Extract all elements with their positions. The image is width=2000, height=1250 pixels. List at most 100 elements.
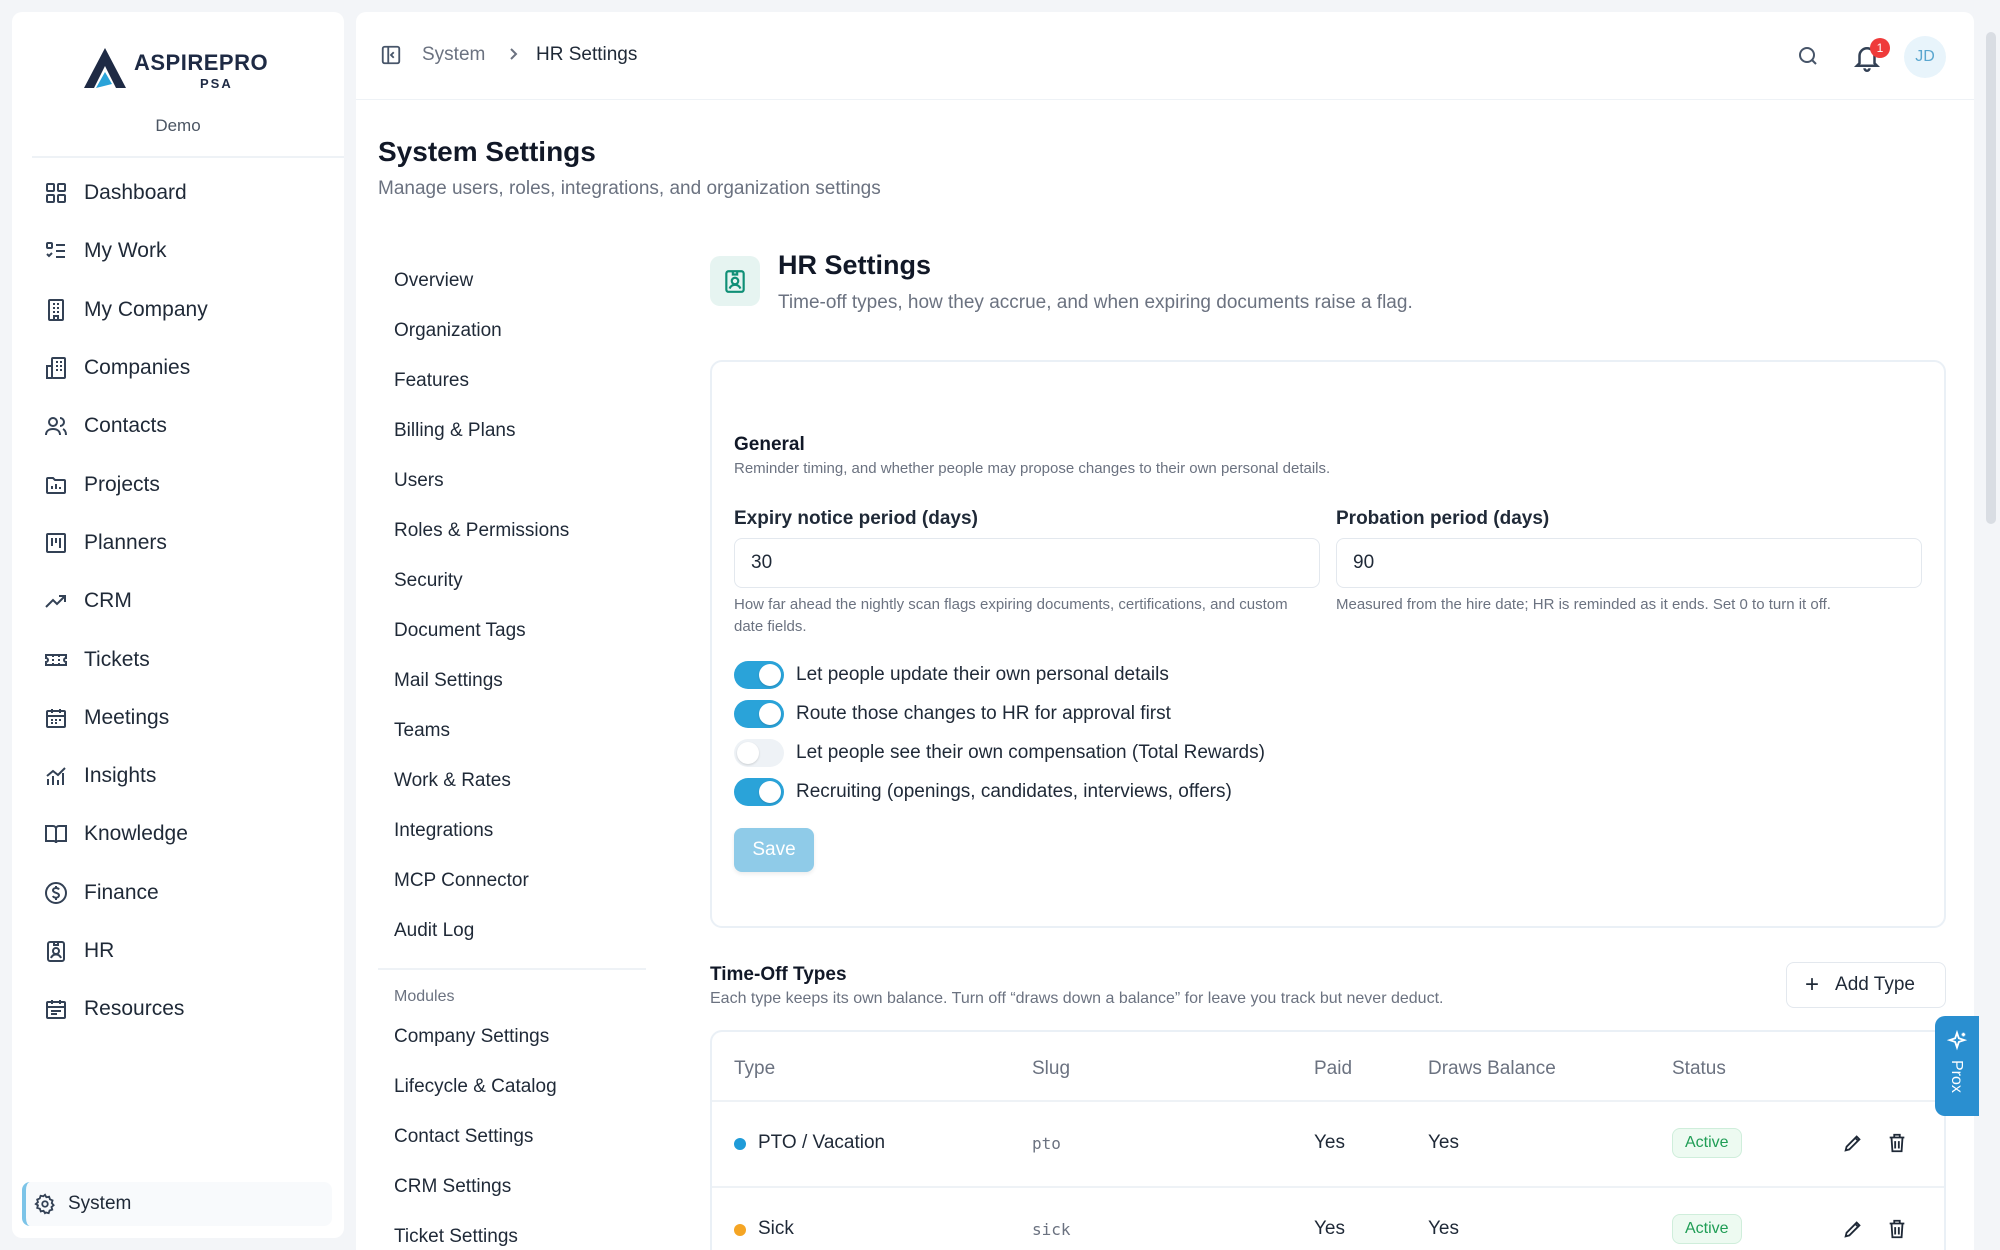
settings-nav-roles[interactable]: Roles & Permissions <box>394 520 569 542</box>
sidebar-item-label: Knowledge <box>84 822 188 846</box>
table-row[interactable]: PTO / Vacation pto Yes Yes Active <box>712 1102 1944 1186</box>
settings-nav-users[interactable]: Users <box>394 470 444 492</box>
compensation-toggle[interactable] <box>734 739 784 767</box>
self-update-toggle[interactable] <box>734 661 784 689</box>
sidebar-item-dashboard[interactable]: Dashboard <box>32 164 332 222</box>
sidebar-item-planners[interactable]: Planners <box>32 514 332 572</box>
settings-nav-mcp-connector[interactable]: MCP Connector <box>394 870 529 892</box>
type-paid: Yes <box>1314 1132 1345 1153</box>
trash-icon[interactable] <box>1886 1132 1908 1154</box>
column-header-type[interactable]: Type <box>734 1058 775 1080</box>
sidebar-item-resources[interactable]: Resources <box>32 980 332 1038</box>
book-icon <box>44 822 68 846</box>
sidebar-item-label: Resources <box>84 997 185 1021</box>
hr-settings-subtitle: Time-off types, how they accrue, and whe… <box>778 292 1413 313</box>
sidebar-item-tickets[interactable]: Tickets <box>32 630 332 688</box>
settings-nav-teams[interactable]: Teams <box>394 720 450 742</box>
type-draws-balance: Yes <box>1428 1218 1459 1239</box>
settings-nav-lifecycle-catalog[interactable]: Lifecycle & Catalog <box>394 1076 557 1098</box>
sidebar-item-label: HR <box>84 939 115 962</box>
recruiting-toggle[interactable] <box>734 778 784 806</box>
settings-nav-features[interactable]: Features <box>394 370 469 392</box>
prox-assistant-tab[interactable]: Prox <box>1935 1016 1979 1116</box>
settings-nav-overview[interactable]: Overview <box>394 270 473 292</box>
save-button[interactable]: Save <box>734 828 814 872</box>
sidebar-item-my-work[interactable]: My Work <box>32 222 332 280</box>
sidebar-item-label: Planners <box>84 530 167 554</box>
calendar-icon <box>44 706 68 730</box>
trash-icon[interactable] <box>1886 1218 1908 1240</box>
sidebar-item-projects[interactable]: Projects <box>32 455 332 513</box>
time-off-subtitle: Each type keeps its own balance. Turn of… <box>710 990 1444 1007</box>
pencil-icon[interactable] <box>1842 1218 1864 1240</box>
avatar[interactable]: JD <box>1904 36 1946 78</box>
notifications-button[interactable]: 1 <box>1852 38 1890 72</box>
gear-icon <box>34 1193 56 1215</box>
main-panel: System HR Settings 1 JD System Settings … <box>356 12 1996 1250</box>
toggle-row-hr-approval[interactable]: Route those changes to HR for approval f… <box>734 699 1171 729</box>
settings-nav-organization[interactable]: Organization <box>394 320 502 342</box>
buildings-icon <box>44 356 68 380</box>
type-draws-balance: Yes <box>1428 1132 1459 1153</box>
sidebar-item-knowledge[interactable]: Knowledge <box>32 805 332 863</box>
type-color-dot <box>734 1138 746 1150</box>
brand-logo[interactable]: ASPIREPRO PSA <box>72 36 272 96</box>
sidebar-item-system[interactable]: System <box>22 1182 332 1226</box>
settings-nav-mail-settings[interactable]: Mail Settings <box>394 670 503 692</box>
table-row[interactable]: Sick sick Yes Yes Active <box>712 1188 1944 1250</box>
add-type-button[interactable]: + Add Type <box>1786 962 1946 1008</box>
status-badge: Active <box>1672 1128 1742 1158</box>
settings-nav-crm-settings[interactable]: CRM Settings <box>394 1176 511 1198</box>
settings-nav-audit-log[interactable]: Audit Log <box>394 920 474 942</box>
column-header-slug[interactable]: Slug <box>1032 1058 1070 1080</box>
settings-nav-work-rates[interactable]: Work & Rates <box>394 770 511 792</box>
sidebar-item-label: Finance <box>84 880 159 904</box>
settings-nav-company-settings[interactable]: Company Settings <box>394 1026 549 1048</box>
type-color-dot <box>734 1224 746 1236</box>
sidebar-item-crm[interactable]: CRM <box>32 572 332 630</box>
settings-nav-modules-heading: Modules <box>394 988 455 1005</box>
sidebar-item-contacts[interactable]: Contacts <box>32 397 332 455</box>
workspace-name[interactable]: Demo <box>12 116 344 136</box>
sidebar-item-companies[interactable]: Companies <box>32 339 332 397</box>
breadcrumb-system[interactable]: System <box>422 44 485 66</box>
toggle-knob <box>759 664 781 686</box>
settings-nav-ticket-settings[interactable]: Ticket Settings <box>394 1226 518 1248</box>
users-icon <box>44 414 68 438</box>
general-subtitle: Reminder timing, and whether people may … <box>734 460 1331 477</box>
column-header-status[interactable]: Status <box>1672 1058 1726 1080</box>
sidebar-item-meetings[interactable]: Meetings <box>32 689 332 747</box>
expiry-notice-help: How far ahead the nightly scan flags exp… <box>734 596 1288 635</box>
toggle-row-recruiting[interactable]: Recruiting (openings, candidates, interv… <box>734 777 1232 807</box>
sidebar-item-label: Tickets <box>84 647 150 671</box>
probation-period-input[interactable] <box>1336 538 1922 588</box>
sidebar-item-insights[interactable]: Insights <box>32 747 332 805</box>
settings-nav-document-tags[interactable]: Document Tags <box>394 620 526 642</box>
pencil-icon[interactable] <box>1842 1132 1864 1154</box>
prox-label: Prox <box>1948 1060 1965 1093</box>
settings-nav-billing[interactable]: Billing & Plans <box>394 420 515 442</box>
main-nav: Dashboard My Work My Company Companies C… <box>32 164 332 1038</box>
sidebar-item-my-company[interactable]: My Company <box>32 281 332 339</box>
settings-nav-contact-settings[interactable]: Contact Settings <box>394 1126 533 1148</box>
toggle-knob <box>737 742 759 764</box>
sidebar-item-finance[interactable]: Finance <box>32 864 332 922</box>
scrollbar-thumb[interactable] <box>1986 32 1996 524</box>
chevron-right-icon <box>506 44 522 64</box>
expiry-notice-input[interactable] <box>734 538 1320 588</box>
column-header-paid[interactable]: Paid <box>1314 1058 1352 1080</box>
toggle-row-self-update[interactable]: Let people update their own personal det… <box>734 660 1169 690</box>
sidebar-toggle-icon[interactable] <box>380 44 402 66</box>
sidebar-item-hr[interactable]: HR <box>32 922 332 980</box>
search-icon[interactable] <box>1796 44 1820 68</box>
hr-approval-toggle[interactable] <box>734 700 784 728</box>
settings-nav-security[interactable]: Security <box>394 570 463 592</box>
status-badge: Active <box>1672 1214 1742 1244</box>
type-slug: pto <box>1032 1134 1061 1153</box>
hr-settings-title: HR Settings <box>778 250 932 280</box>
toggle-row-compensation[interactable]: Let people see their own compensation (T… <box>734 738 1265 768</box>
settings-nav-integrations[interactable]: Integrations <box>394 820 493 842</box>
column-header-draws-balance[interactable]: Draws Balance <box>1428 1058 1556 1080</box>
brand-sub: PSA <box>200 76 233 91</box>
brand-logo-mark <box>82 46 128 90</box>
